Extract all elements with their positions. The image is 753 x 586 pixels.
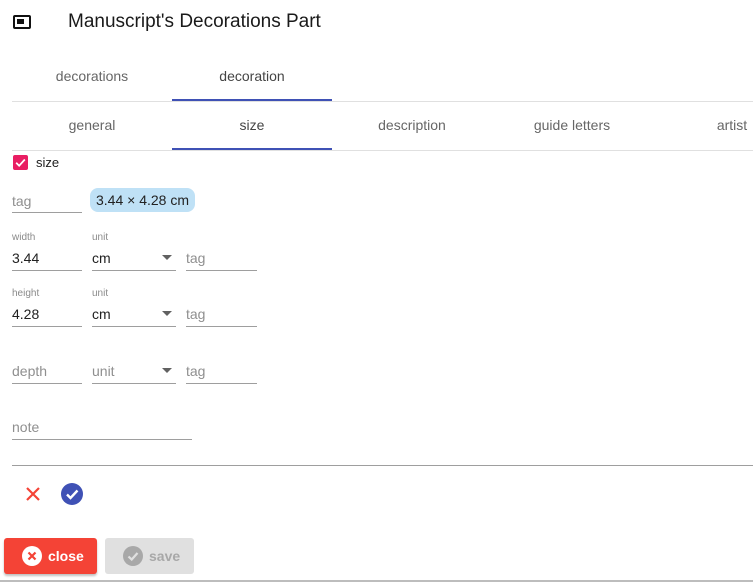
depth-input[interactable]: depth bbox=[12, 363, 47, 379]
tab-guide-letters[interactable]: guide letters bbox=[492, 117, 652, 133]
subtab-divider bbox=[12, 150, 753, 151]
check-icon bbox=[15, 158, 26, 168]
tag-input-underline bbox=[12, 212, 82, 213]
height-underline bbox=[12, 326, 82, 327]
width-tag-input[interactable]: tag bbox=[186, 250, 205, 266]
form-divider bbox=[12, 465, 753, 466]
close-button[interactable]: close bbox=[4, 538, 97, 574]
height-input[interactable]: 4.28 bbox=[12, 306, 39, 322]
width-underline bbox=[12, 270, 82, 271]
height-tag-underline bbox=[186, 326, 257, 327]
tab-divider bbox=[12, 101, 753, 102]
save-button-label: save bbox=[149, 548, 181, 564]
tab-decoration[interactable]: decoration bbox=[172, 68, 332, 84]
tab-artist[interactable]: artist bbox=[652, 117, 753, 133]
width-label: width bbox=[12, 232, 36, 243]
note-input[interactable]: note bbox=[12, 419, 39, 435]
size-checkbox[interactable] bbox=[13, 155, 28, 170]
width-tag-underline bbox=[186, 270, 257, 271]
close-button-label: close bbox=[48, 548, 84, 564]
tab-general[interactable]: general bbox=[12, 117, 172, 133]
height-unit-label: unit bbox=[92, 288, 109, 299]
chevron-down-icon bbox=[162, 368, 172, 373]
chevron-down-icon bbox=[162, 255, 172, 260]
depth-underline bbox=[12, 383, 82, 384]
width-input[interactable]: 3.44 bbox=[12, 250, 39, 266]
height-unit-select[interactable]: cm bbox=[92, 306, 111, 322]
check-circle-icon bbox=[123, 546, 143, 566]
depth-unit-select[interactable]: unit bbox=[92, 363, 115, 379]
width-unit-label: unit bbox=[92, 232, 109, 243]
height-label: height bbox=[12, 288, 40, 299]
width-unit-underline bbox=[92, 270, 176, 271]
picture-in-picture-icon bbox=[13, 15, 31, 29]
depth-tag-underline bbox=[186, 383, 257, 384]
width-unit-select[interactable]: cm bbox=[92, 250, 111, 266]
tab-decorations[interactable]: decorations bbox=[12, 68, 172, 84]
cancel-circle-icon bbox=[22, 546, 42, 566]
chevron-down-icon bbox=[162, 311, 172, 316]
size-checkbox-label: size bbox=[36, 155, 60, 170]
size-chip: 3.44 × 4.28 cm bbox=[90, 188, 196, 212]
check-circle-icon[interactable] bbox=[61, 483, 83, 505]
depth-unit-underline bbox=[92, 383, 176, 384]
tab-description[interactable]: description bbox=[332, 117, 492, 133]
depth-tag-input[interactable]: tag bbox=[186, 363, 205, 379]
note-underline bbox=[12, 439, 192, 440]
save-button[interactable]: save bbox=[105, 538, 194, 574]
height-tag-input[interactable]: tag bbox=[186, 306, 205, 322]
height-unit-underline bbox=[92, 326, 176, 327]
bottom-divider bbox=[0, 580, 753, 582]
page-title: Manuscript's Decorations Part bbox=[68, 11, 321, 32]
close-icon[interactable] bbox=[24, 485, 42, 503]
tab-size[interactable]: size bbox=[172, 117, 332, 133]
tag-input[interactable]: tag bbox=[12, 193, 31, 209]
